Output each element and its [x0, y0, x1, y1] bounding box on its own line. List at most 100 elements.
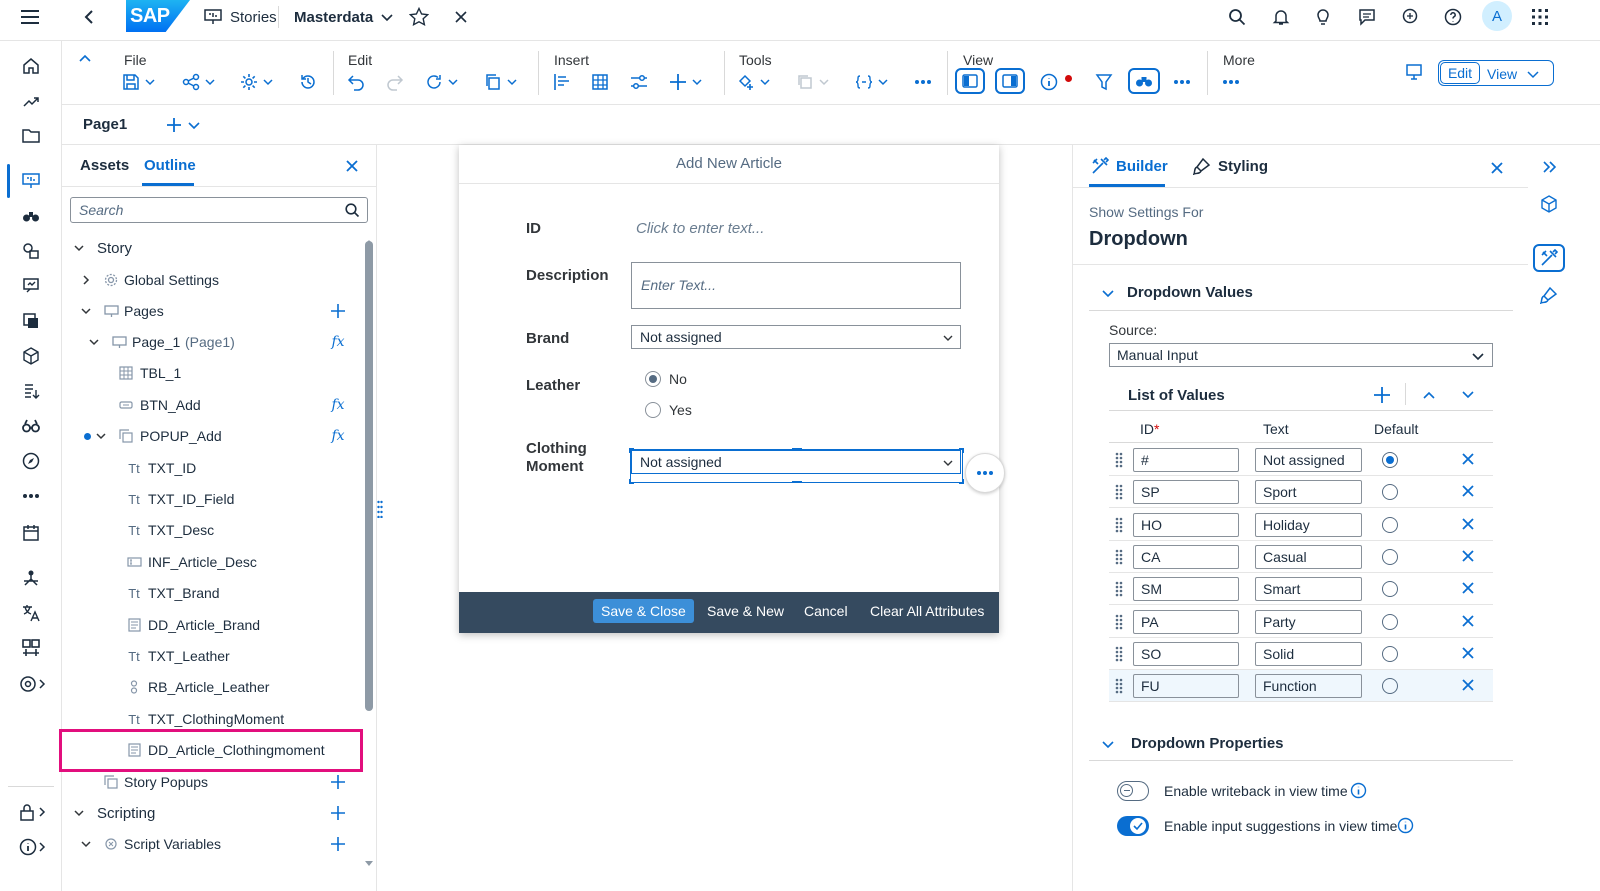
transport-icon[interactable] [19, 636, 43, 660]
stories-app[interactable]: Stories [204, 0, 277, 34]
drag-handle-icon[interactable] [1115, 614, 1123, 630]
right-panel-toggle[interactable] [995, 68, 1025, 94]
value-text-input[interactable]: Casual [1255, 544, 1362, 569]
chat-icon[interactable] [1358, 0, 1376, 34]
copy-menu-button[interactable] [484, 71, 517, 93]
menu-icon[interactable] [20, 0, 40, 34]
default-radio[interactable] [1382, 452, 1398, 468]
tree-node-rb-article-leather[interactable]: RB_Article_Leather [62, 673, 362, 701]
leather-no-radio[interactable] [645, 371, 661, 387]
apps-grid-icon[interactable] [1532, 0, 1548, 34]
tab-outline[interactable]: Outline [144, 157, 196, 174]
save-menu-button[interactable] [122, 71, 155, 93]
translate-icon[interactable] [19, 601, 43, 625]
drag-handle-icon[interactable] [1115, 549, 1123, 565]
tree-node-story[interactable]: Story [62, 234, 362, 262]
tree-node-dd-article-brand[interactable]: DD_Article_Brand [62, 611, 362, 639]
bell-icon[interactable] [1272, 0, 1290, 34]
description-input[interactable]: Enter Text... [631, 262, 961, 309]
tree-node-txt-id-field[interactable]: Tt TXT_ID_Field [62, 485, 362, 513]
collapse-toolbar-icon[interactable] [79, 53, 91, 63]
move-up-icon[interactable] [1423, 390, 1435, 400]
delete-icon[interactable] [1461, 484, 1475, 498]
drag-handle-icon[interactable] [1115, 646, 1123, 662]
cube-icon[interactable] [1540, 195, 1558, 213]
tab-page1[interactable]: Page1 [83, 116, 127, 133]
tree-node-inf-article-desc[interactable]: INF_Article_Desc [62, 548, 362, 576]
value-id-input[interactable]: SM [1133, 577, 1239, 602]
panel-resize-handle[interactable] [377, 500, 383, 518]
tab-assets[interactable]: Assets [80, 157, 129, 174]
resize-handle[interactable] [629, 448, 634, 453]
scroll-down-icon[interactable] [365, 861, 373, 867]
view-mode-button[interactable]: View [1487, 63, 1551, 85]
info-icon[interactable] [1397, 817, 1414, 834]
outline-search-input[interactable]: Search [70, 197, 368, 223]
resize-handle[interactable] [792, 448, 802, 450]
redo-button[interactable] [386, 71, 404, 93]
value-id-input[interactable]: PA [1133, 609, 1239, 634]
add-page-plus-icon[interactable] [328, 301, 348, 321]
add-page-button[interactable] [166, 117, 200, 133]
delete-icon[interactable] [1461, 452, 1475, 466]
add-article-popup[interactable]: Add New Article ID Click to enter text..… [459, 145, 999, 633]
table-data-icon[interactable] [19, 309, 43, 333]
share-menu-button[interactable] [182, 71, 215, 93]
system-settings-icon[interactable] [19, 672, 47, 696]
section-dropdown-values[interactable]: Dropdown Values [1101, 284, 1253, 301]
edit-mode-button[interactable]: Edit [1440, 62, 1480, 84]
search-icon[interactable] [345, 203, 360, 218]
default-radio[interactable] [1382, 581, 1398, 598]
hierarchy-icon[interactable] [19, 566, 43, 590]
section-dropdown-properties[interactable]: Dropdown Properties [1101, 735, 1284, 752]
add-popup-plus-icon[interactable] [328, 772, 348, 792]
clear-all-attributes-button[interactable]: Clear All Attributes [862, 599, 992, 623]
insert-table-button[interactable] [591, 71, 609, 93]
value-id-input[interactable]: HO [1133, 512, 1239, 537]
add-variable-plus-icon[interactable] [328, 834, 348, 854]
move-down-icon[interactable] [1462, 390, 1474, 400]
save-new-button[interactable]: Save & New [699, 599, 792, 623]
more-button[interactable] [1222, 71, 1240, 93]
value-id-input[interactable]: FU [1133, 674, 1239, 699]
delete-icon[interactable] [1461, 678, 1475, 692]
resize-handle[interactable] [629, 479, 634, 484]
drag-handle-icon[interactable] [1115, 581, 1123, 597]
story-canvas[interactable]: Add New Article ID Click to enter text..… [384, 145, 1072, 891]
explorer-toggle[interactable] [1128, 68, 1160, 94]
value-text-input[interactable]: Solid [1255, 641, 1362, 666]
refresh-menu-button[interactable] [425, 71, 458, 93]
script-fx-icon[interactable]: 𝑓x [328, 332, 348, 352]
resize-handle[interactable] [959, 448, 964, 453]
default-radio[interactable] [1382, 548, 1398, 565]
save-close-button[interactable]: Save & Close [593, 599, 694, 623]
insert-add-button[interactable] [669, 71, 702, 93]
delete-icon[interactable] [1461, 549, 1475, 563]
resize-handle[interactable] [792, 481, 802, 483]
info-icon[interactable] [1350, 782, 1367, 799]
feedback-icon[interactable] [1401, 0, 1419, 34]
delete-icon[interactable] [1461, 646, 1475, 660]
tree-node-txt-desc[interactable]: Tt TXT_Desc [62, 516, 362, 544]
source-select[interactable]: Manual Input [1109, 343, 1493, 367]
analytic-app-icon[interactable] [19, 274, 43, 298]
tree-node-story-popups[interactable]: Story Popups [62, 768, 362, 796]
history-button[interactable] [299, 71, 317, 93]
more-insert-button[interactable] [914, 71, 932, 93]
drag-handle-icon[interactable] [1115, 484, 1123, 500]
value-id-input[interactable]: SO [1133, 641, 1239, 666]
trend-icon[interactable] [19, 89, 43, 113]
resize-handle[interactable] [959, 479, 964, 484]
paint-brush-icon[interactable] [1540, 286, 1558, 304]
binoculars-icon[interactable] [19, 204, 43, 228]
writeback-toggle[interactable] [1117, 781, 1149, 801]
value-text-input[interactable]: Holiday [1255, 512, 1362, 537]
drag-handle-icon[interactable] [1115, 517, 1123, 533]
tree-node-global-settings[interactable]: Global Settings [62, 266, 362, 294]
cube-icon[interactable] [19, 344, 43, 368]
tab-builder[interactable]: Builder [1091, 157, 1168, 175]
insert-control-button[interactable] [630, 71, 648, 93]
builder-rail-button[interactable] [1533, 244, 1565, 272]
add-script-plus-icon[interactable] [328, 803, 348, 823]
close-panel-icon[interactable] [346, 160, 358, 172]
